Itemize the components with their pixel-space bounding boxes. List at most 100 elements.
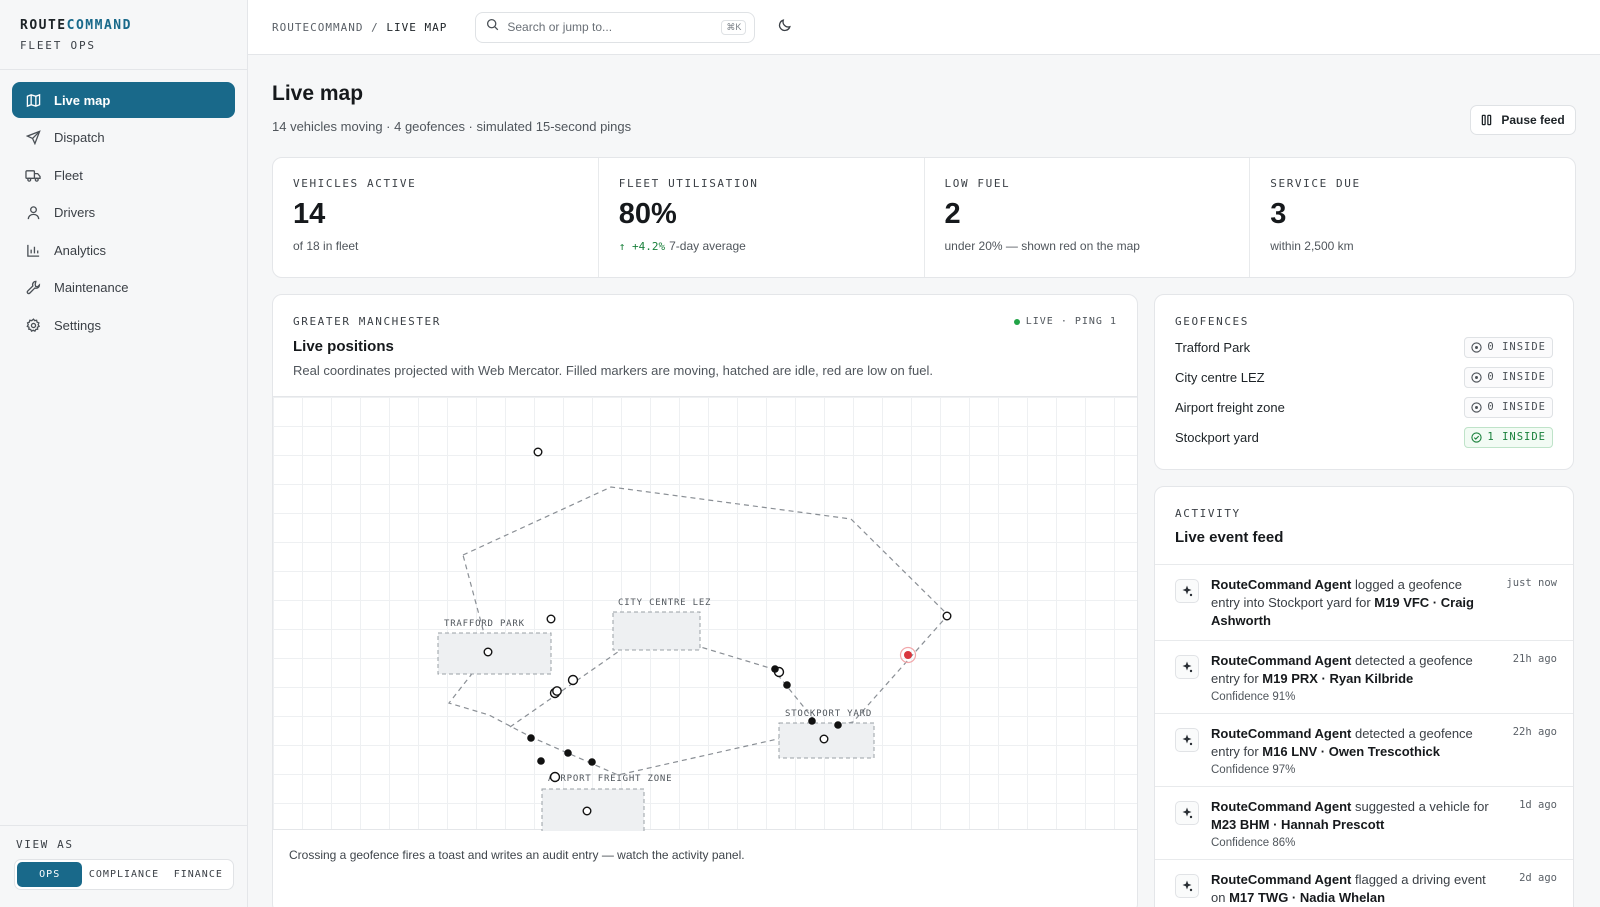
event-time: just now — [1506, 577, 1557, 589]
vehicle-marker-idle — [483, 647, 493, 657]
sidebar-item-settings[interactable]: Settings — [12, 308, 235, 344]
kpi-fleet-utilisation: FLEET UTILISATION 80% ↑ +4.2% 7-day avera… — [599, 158, 925, 277]
zone-label-stockport-yard: STOCKPORT YARD — [785, 709, 872, 719]
zone-trafford-park — [437, 632, 552, 675]
view-as-compliance[interactable]: COMPLIANCE — [82, 862, 165, 887]
zone-label-city-centre-lez: CITY CENTRE LEZ — [618, 598, 711, 608]
map-canvas[interactable]: TRAFFORD PARK CITY CENTRE LEZ STOCKPORT … — [273, 396, 1137, 836]
geofence-name: Airport freight zone — [1175, 399, 1285, 415]
view-as-label: VIEW AS — [16, 838, 74, 851]
zone-city-centre-lez — [612, 611, 701, 651]
circle-dot-icon — [1471, 401, 1483, 413]
kpi-delta: ↑ +4.2% — [618, 240, 666, 253]
pause-feed-button[interactable]: Pause feed — [1470, 105, 1576, 135]
view-as-finance[interactable]: FINANCE — [166, 862, 231, 887]
brand-subtitle: FLEET OPS — [20, 39, 96, 52]
event-action: suggested a vehicle for — [1351, 799, 1489, 814]
bar-chart-icon — [24, 241, 42, 259]
event-actor: RouteCommand Agent — [1211, 726, 1352, 741]
event-text: RouteCommand Agent detected a geofence e… — [1211, 725, 1491, 761]
map-footer-note: Crossing a geofence fires a toast and wr… — [289, 848, 745, 862]
geofence-row-stockport-yard[interactable]: Stockport yard 1 INSIDE — [1175, 426, 1553, 448]
geofence-count-badge: 0 INSIDE — [1464, 366, 1553, 388]
sidebar-item-dispatch[interactable]: Dispatch — [12, 120, 235, 156]
vehicle-marker-moving — [564, 749, 572, 757]
live-ping-label: LIVE · PING 1 — [1025, 316, 1117, 327]
sidebar-item-label: Settings — [54, 318, 101, 334]
sidebar-item-fleet[interactable]: Fleet — [12, 157, 235, 193]
sidebar-item-maintenance[interactable]: Maintenance — [12, 270, 235, 306]
map-title: Live positions — [293, 338, 394, 355]
vehicle-marker-moving — [808, 717, 816, 725]
breadcrumb: ROUTECOMMAND / LIVE MAP — [272, 21, 447, 34]
vehicle-marker-idle — [546, 614, 556, 624]
vehicle-marker-moving — [527, 734, 535, 742]
event-subject: M19 PRX · Ryan Kilbride — [1262, 671, 1414, 686]
wrench-icon — [24, 279, 42, 297]
event-time: 21h ago — [1512, 653, 1557, 665]
keyboard-shortcut-hint: ⌘K — [721, 19, 747, 35]
live-indicator: LIVE · PING 1 — [1013, 316, 1117, 327]
sidebar-item-label: Maintenance — [54, 280, 129, 296]
event-text: RouteCommand Agent logged a geofence ent… — [1211, 576, 1491, 630]
geofence-count: 0 INSIDE — [1487, 371, 1546, 383]
map-svg: TRAFFORD PARK CITY CENTRE LEZ STOCKPORT … — [437, 447, 952, 836]
pause-icon — [1481, 114, 1492, 126]
kpi-label: VEHICLES ACTIVE — [293, 177, 417, 190]
theme-toggle-button[interactable] — [775, 17, 795, 37]
geofence-row-trafford-park[interactable]: Trafford Park 0 INSIDE — [1175, 336, 1553, 358]
event-time: 22h ago — [1512, 726, 1557, 738]
view-as-ops[interactable]: OPS — [17, 862, 83, 887]
breadcrumb-separator: / — [371, 20, 379, 34]
breadcrumb-root[interactable]: ROUTECOMMAND — [272, 21, 363, 34]
activity-event[interactable]: RouteCommand Agent detected a geofence e… — [1155, 713, 1573, 786]
kpi-vehicles-active: VEHICLES ACTIVE 14 of 18 in fleet — [273, 158, 599, 277]
vehicle-marker-moving — [588, 758, 596, 766]
geofence-row-airport-freight-zone[interactable]: Airport freight zone 0 INSIDE — [1175, 396, 1553, 418]
sidebar: ROUTECOMMAND FLEET OPS Live map Dispatch… — [0, 0, 248, 907]
zone-label-trafford-park: TRAFFORD PARK — [444, 619, 525, 629]
event-text: RouteCommand Agent flagged a driving eve… — [1211, 871, 1491, 907]
activity-feed: RouteCommand Agent logged a geofence ent… — [1155, 564, 1573, 907]
kpi-value: 14 — [293, 198, 326, 230]
event-actor: RouteCommand Agent — [1211, 653, 1352, 668]
kpi-detail: within 2,500 km — [1270, 239, 1354, 253]
vehicle-marker-moving — [834, 721, 842, 729]
geofence-count-badge: 1 INSIDE — [1464, 426, 1553, 448]
circle-dot-icon — [1471, 341, 1483, 353]
geofence-count-badge: 0 INSIDE — [1464, 396, 1553, 418]
kpi-detail: of 18 in fleet — [293, 239, 359, 253]
event-subject: M16 LNV · Owen Trescothick — [1262, 744, 1441, 759]
event-subject: M23 BHM · Hannah Prescott — [1211, 817, 1385, 832]
vehicle-marker-idle — [582, 806, 592, 816]
activity-label: ACTIVITY — [1175, 507, 1241, 520]
kpi-value: 2 — [944, 198, 961, 230]
gear-icon — [24, 317, 42, 335]
vehicle-marker-idle — [549, 771, 561, 783]
sparkle-icon — [1175, 874, 1199, 898]
search-input[interactable]: Search or jump to... ⌘K — [475, 11, 756, 43]
kpi-strip: VEHICLES ACTIVE 14 of 18 in fleet FLEET … — [272, 157, 1576, 278]
activity-event[interactable]: RouteCommand Agent logged a geofence ent… — [1155, 564, 1573, 640]
sidebar-item-drivers[interactable]: Drivers — [12, 195, 235, 231]
event-subject: M17 TWG · Nadia Whelan — [1229, 890, 1386, 905]
activity-event[interactable]: RouteCommand Agent detected a geofence e… — [1155, 640, 1573, 713]
activity-event[interactable]: RouteCommand Agent flagged a driving eve… — [1155, 859, 1573, 907]
geofence-row-city-centre-lez[interactable]: City centre LEZ 0 INSIDE — [1175, 366, 1553, 388]
brand-name[interactable]: ROUTECOMMAND — [20, 18, 227, 33]
event-actor: RouteCommand Agent — [1211, 577, 1352, 592]
sidebar-item-live-map[interactable]: Live map — [12, 82, 235, 118]
geofence-count: 0 INSIDE — [1487, 341, 1546, 353]
geofence-name: City centre LEZ — [1175, 369, 1265, 385]
geofence-count: 0 INSIDE — [1487, 401, 1546, 413]
activity-event[interactable]: RouteCommand Agent suggested a vehicle f… — [1155, 786, 1573, 859]
event-actor: RouteCommand Agent — [1211, 872, 1352, 887]
circle-dot-icon — [1471, 371, 1483, 383]
geofences-label: GEOFENCES — [1175, 315, 1250, 328]
sidebar-item-analytics[interactable]: Analytics — [12, 232, 235, 268]
vehicle-marker-moving — [771, 665, 779, 673]
view-as-segmented-control: OPS COMPLIANCE FINANCE — [14, 859, 234, 890]
event-actor: RouteCommand Agent — [1211, 799, 1352, 814]
send-icon — [24, 129, 42, 147]
brand-name-accent: COMMAND — [66, 18, 132, 33]
